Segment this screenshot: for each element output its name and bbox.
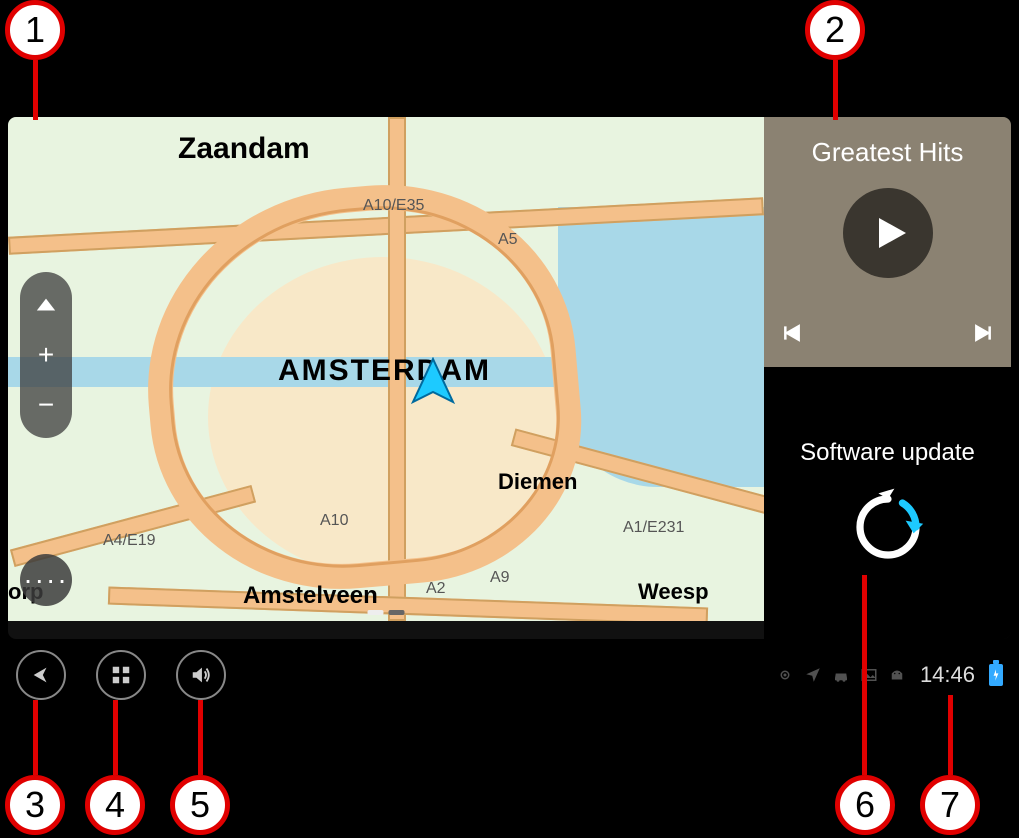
location-icon	[804, 666, 822, 684]
system-bar: 14:46	[8, 645, 1011, 705]
callout-number: 2	[825, 9, 845, 51]
map-zoom-controls: + −	[20, 272, 72, 438]
callout-line	[33, 700, 38, 775]
callout-bubble-3: 3	[5, 775, 65, 835]
callout-bubble-2: 2	[805, 0, 865, 60]
apps-button[interactable]	[96, 650, 146, 700]
callout-line	[833, 60, 838, 120]
map-view[interactable]: Zaandam AMSTERDAM Diemen Amstelveen Wees…	[8, 117, 764, 621]
callout-bubble-6: 6	[835, 775, 895, 835]
map-road-label: A5	[498, 231, 518, 249]
callout-number: 4	[105, 784, 125, 826]
callout-line	[113, 700, 118, 775]
next-track-button[interactable]	[973, 323, 993, 349]
page-indicator	[368, 610, 405, 615]
map-city-label: AMSTERDAM	[278, 354, 491, 388]
callout-bubble-4: 4	[85, 775, 145, 835]
gps-icon	[776, 666, 794, 684]
media-track-title: Greatest Hits	[812, 137, 964, 168]
map-water	[558, 207, 764, 487]
play-icon	[873, 215, 909, 251]
chevron-up-icon	[35, 294, 57, 316]
map-city-label: Amstelveen	[243, 582, 378, 610]
map-road-label: A1/E231	[623, 519, 684, 537]
apps-grid-icon	[110, 664, 132, 686]
callout-bubble-1: 1	[5, 0, 65, 60]
play-button[interactable]	[843, 188, 933, 278]
dots-icon: ····	[23, 564, 68, 596]
map-road-label: A2	[426, 580, 446, 598]
zoom-out-button[interactable]: −	[24, 380, 68, 430]
battery-charging-icon	[989, 664, 1003, 686]
volume-button[interactable]	[176, 650, 226, 700]
callout-line	[33, 60, 38, 120]
car-icon	[832, 666, 850, 684]
callout-number: 6	[855, 784, 875, 826]
map-options-button[interactable]: ····	[20, 554, 72, 606]
software-update-panel[interactable]: Software update	[764, 367, 1011, 639]
android-icon	[888, 666, 906, 684]
page-dot[interactable]	[389, 610, 405, 615]
map-city-label: Diemen	[498, 469, 577, 495]
skip-previous-icon	[782, 323, 802, 343]
map-road	[108, 587, 708, 621]
media-player-panel[interactable]: Greatest Hits	[764, 117, 1011, 367]
callout-line	[862, 575, 867, 775]
refresh-icon	[848, 487, 928, 567]
page-dot[interactable]	[368, 610, 384, 615]
callout-bubble-5: 5	[170, 775, 230, 835]
media-controls	[782, 323, 993, 349]
back-arrow-icon	[30, 664, 52, 686]
status-clock: 14:46	[920, 662, 975, 688]
update-panel-title: Software update	[800, 439, 975, 467]
callout-number: 1	[25, 9, 45, 51]
callout-line	[948, 695, 953, 775]
map-road-label: A10/E35	[363, 197, 424, 215]
speaker-icon	[190, 664, 212, 686]
callout-line	[198, 700, 203, 775]
map-road-label: A10	[320, 512, 348, 530]
zoom-in-button[interactable]: +	[24, 330, 68, 380]
callout-bubble-7: 7	[920, 775, 980, 835]
minus-icon: −	[38, 389, 54, 421]
back-button[interactable]	[16, 650, 66, 700]
skip-next-icon	[973, 323, 993, 343]
plus-icon: +	[38, 339, 54, 371]
map-road-label: A4/E19	[103, 532, 155, 550]
map-city-label: Weesp	[638, 579, 709, 605]
map-road-label: A9	[490, 569, 510, 587]
map-city-label: Zaandam	[178, 132, 310, 166]
previous-track-button[interactable]	[782, 323, 802, 349]
side-panels: Greatest Hits Software update	[764, 117, 1011, 639]
callout-number: 7	[940, 784, 960, 826]
callout-number: 5	[190, 784, 210, 826]
status-tray: 14:46	[776, 662, 1003, 688]
callout-number: 3	[25, 784, 45, 826]
device-screen: Zaandam AMSTERDAM Diemen Amstelveen Wees…	[8, 117, 1011, 639]
map-north-up-button[interactable]	[24, 280, 68, 330]
